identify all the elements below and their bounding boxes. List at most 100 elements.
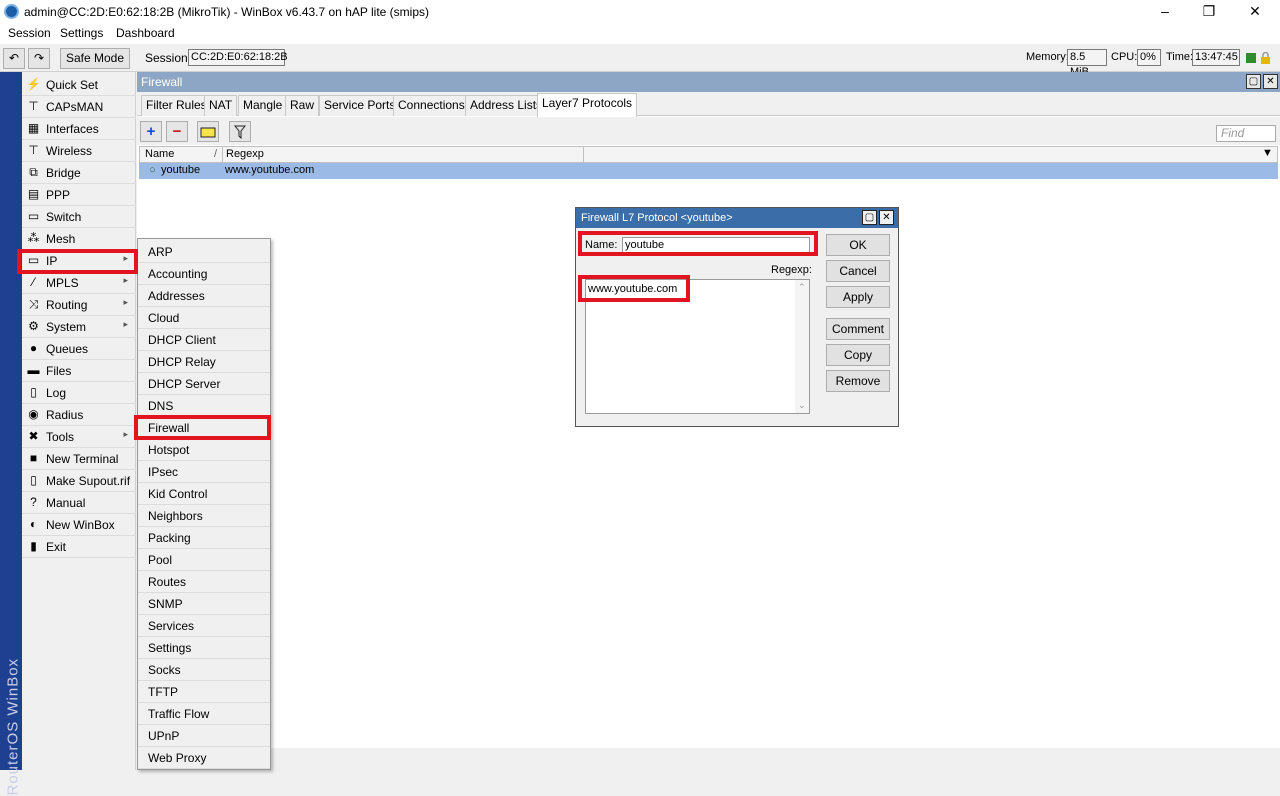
remove-button[interactable]: Remove [826, 370, 890, 392]
tab-connections[interactable]: Connections [393, 95, 470, 116]
brand-text: RouterOS WinBox [4, 657, 22, 796]
sidebar-item-ppp[interactable]: ▤ PPP [22, 184, 136, 206]
sidebar-item-label: CAPsMAN [46, 100, 104, 114]
sidebar-item-radius[interactable]: ◉ Radius [22, 404, 136, 426]
tab-nat[interactable]: NAT [204, 95, 238, 116]
sidebar-item-switch[interactable]: ▭ Switch [22, 206, 136, 228]
comment-button[interactable]: Comment [826, 318, 890, 340]
close-panel-icon[interactable]: ✕ [1263, 74, 1278, 89]
cancel-button[interactable]: Cancel [826, 260, 890, 282]
submenu-item-accounting[interactable]: Accounting [138, 263, 270, 285]
submenu-item-dns[interactable]: DNS [138, 395, 270, 417]
submenu-chevron-right-icon: ▸ [123, 275, 128, 285]
sidebar-item-queues[interactable]: ● Queues [22, 338, 136, 360]
sidebar-item-capsman[interactable]: ⊤ CAPsMAN [22, 96, 136, 118]
sidebar-item-system[interactable]: ⚙ System ▸ [22, 316, 136, 338]
lock-icon[interactable] [1260, 51, 1271, 64]
sidebar-item-label: Make Supout.rif [46, 474, 131, 488]
sidebar-item-quick-set[interactable]: ⚡ Quick Set [22, 74, 136, 96]
apply-button[interactable]: Apply [826, 286, 890, 308]
submenu-item-services[interactable]: Services [138, 615, 270, 637]
filter-icon[interactable] [229, 121, 251, 142]
submenu-item-label: Socks [148, 663, 181, 677]
sidebar-item-exit[interactable]: ▮ Exit [22, 536, 136, 558]
dialog-restore-icon[interactable]: ▢ [862, 210, 877, 225]
menu-session[interactable]: Session [8, 26, 51, 40]
sidebar-item-routing[interactable]: ⤨ Routing ▸ [22, 294, 136, 316]
tab-service-ports[interactable]: Service Ports [319, 95, 401, 116]
submenu-item-web-proxy[interactable]: Web Proxy [138, 747, 270, 769]
submenu-item-tftp[interactable]: TFTP [138, 681, 270, 703]
submenu-item-upnp[interactable]: UPnP [138, 725, 270, 747]
undo-icon[interactable]: ↶ [3, 48, 25, 69]
minimize-button[interactable]: – [1142, 0, 1188, 24]
submenu-item-dhcp-server[interactable]: DHCP Server [138, 373, 270, 395]
sidebar-item-log[interactable]: ▯ Log [22, 382, 136, 404]
sidebar-item-files[interactable]: ▬ Files [22, 360, 136, 382]
find-input[interactable]: Find [1216, 125, 1276, 142]
sidebar-item-tools[interactable]: ✖ Tools ▸ [22, 426, 136, 448]
regexp-scrollbar[interactable]: ⌃ ⌄ [795, 280, 809, 413]
tab-filter-rules[interactable]: Filter Rules [141, 95, 212, 116]
submenu-item-kid-control[interactable]: Kid Control [138, 483, 270, 505]
copy-button[interactable]: Copy [826, 344, 890, 366]
menu-settings[interactable]: Settings [60, 26, 103, 40]
column-menu-chevron-down-icon[interactable]: ▼ [1262, 147, 1273, 159]
submenu-item-settings[interactable]: Settings [138, 637, 270, 659]
sidebar-item-manual[interactable]: ? Manual [22, 492, 136, 514]
tab-raw[interactable]: Raw [285, 95, 320, 116]
antenna-icon: ⊤ [28, 99, 39, 113]
sidebar-item-mpls[interactable]: ⁄ MPLS ▸ [22, 272, 136, 294]
submenu-item-hotspot[interactable]: Hotspot [138, 439, 270, 461]
submenu-item-routes[interactable]: Routes [138, 571, 270, 593]
dialog-close-icon[interactable]: ✕ [879, 210, 894, 225]
table-row[interactable]: ○ youtube www.youtube.com [139, 163, 1278, 179]
submenu-item-arp[interactable]: ARP [138, 241, 270, 263]
submenu-item-dhcp-client[interactable]: DHCP Client [138, 329, 270, 351]
submenu-item-packing[interactable]: Packing [138, 527, 270, 549]
submenu-item-dhcp-relay[interactable]: DHCP Relay [138, 351, 270, 373]
comment-icon[interactable] [197, 121, 219, 142]
submenu-item-label: Neighbors [148, 509, 203, 523]
close-window-button[interactable]: ✕ [1232, 0, 1278, 24]
sidebar-item-label: Tools [46, 430, 75, 444]
sidebar-item-label: Quick Set [46, 78, 99, 92]
submenu-item-pool[interactable]: Pool [138, 549, 270, 571]
column-name[interactable]: Name [145, 148, 174, 160]
sidebar-item-make-supout-rif[interactable]: ▯ Make Supout.rif [22, 470, 136, 492]
session-field[interactable]: CC:2D:E0:62:18:2B [188, 49, 288, 66]
submenu-item-traffic-flow[interactable]: Traffic Flow [138, 703, 270, 725]
submenu-item-label: DNS [148, 399, 174, 413]
submenu-item-addresses[interactable]: Addresses [138, 285, 270, 307]
menu-dashboard[interactable]: Dashboard [116, 26, 175, 40]
sidebar-item-new-winbox[interactable]: ◐ New WinBox [22, 514, 136, 536]
add-icon[interactable]: + [140, 121, 162, 142]
sidebar-item-interfaces[interactable]: ▦ Interfaces [22, 118, 136, 140]
submenu-item-label: Hotspot [148, 443, 190, 457]
column-regexp[interactable]: Regexp [226, 148, 264, 160]
submenu-item-neighbors[interactable]: Neighbors [138, 505, 270, 527]
system-gear-icon: ⚙ [28, 319, 39, 333]
remove-icon[interactable]: − [166, 121, 188, 142]
submenu-item-cloud[interactable]: Cloud [138, 307, 270, 329]
restore-button[interactable]: ❐ [1186, 0, 1232, 24]
submenu-item-label: Packing [148, 531, 191, 545]
tab-layer7-protocols[interactable]: Layer7 Protocols [537, 93, 638, 117]
queues-icon: ● [29, 341, 38, 355]
redo-icon[interactable]: ↷ [28, 48, 50, 69]
sidebar-item-bridge[interactable]: ⧉ Bridge [22, 162, 136, 184]
restore-panel-icon[interactable]: ▢ [1246, 74, 1261, 89]
sidebar-item-new-terminal[interactable]: ■ New Terminal [22, 448, 136, 470]
safe-mode-button[interactable]: Safe Mode [60, 48, 130, 69]
submenu-item-socks[interactable]: Socks [138, 659, 270, 681]
sidebar-item-mesh[interactable]: ⁂ Mesh [22, 228, 136, 250]
submenu-item-ipsec[interactable]: IPsec [138, 461, 270, 483]
ok-button[interactable]: OK [826, 234, 890, 256]
sidebar-item-wireless[interactable]: ⊤ Wireless [22, 140, 136, 162]
tab-mangle[interactable]: Mangle [238, 95, 288, 116]
scroll-up-icon[interactable]: ⌃ [798, 282, 806, 293]
name-highlight-box [578, 231, 818, 256]
scroll-down-icon[interactable]: ⌄ [798, 400, 806, 411]
submenu-item-snmp[interactable]: SNMP [138, 593, 270, 615]
tab-address-lists[interactable]: Address Lists [465, 95, 548, 116]
